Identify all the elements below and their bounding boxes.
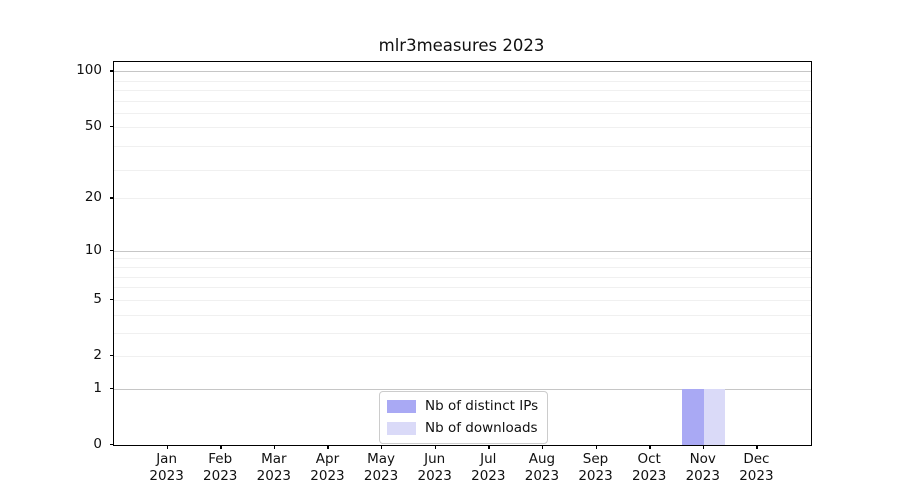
- y-axis-tick: [109, 354, 114, 357]
- y-tick-label: 0: [93, 435, 102, 452]
- gridline-minor: [114, 314, 811, 316]
- x-axis-tick: [273, 445, 276, 449]
- x-axis-tick: [649, 445, 651, 449]
- gridline-minor: [114, 169, 811, 171]
- y-tick-label: 20: [84, 189, 102, 206]
- legend-entry-distinct-ips: Nb of distinct IPs: [387, 397, 538, 416]
- gridline-minor: [114, 299, 811, 301]
- x-axis-tick: [434, 445, 437, 449]
- x-axis-tick: [488, 445, 490, 449]
- y-axis-tick: [109, 387, 114, 390]
- y-axis-tick: [109, 197, 114, 199]
- legend-label-distinct-ips: Nb of distinct IPs: [425, 398, 539, 414]
- y-tick-label: 2: [93, 346, 102, 363]
- legend: Nb of distinct IPs Nb of downloads: [379, 391, 549, 444]
- x-axis-tick: [220, 445, 222, 449]
- y-tick-label: 1: [93, 379, 102, 396]
- legend-swatch-downloads-icon: [387, 422, 416, 435]
- gridline-minor: [114, 113, 811, 115]
- bar-distinct-ips-nov: [682, 388, 704, 445]
- y-tick-label: 10: [84, 241, 102, 258]
- y-tick-label: 100: [76, 62, 102, 79]
- legend-entry-downloads: Nb of downloads: [387, 419, 538, 438]
- x-axis-tick: [702, 445, 705, 449]
- gridline-minor: [114, 198, 811, 200]
- gridline-minor: [114, 146, 811, 148]
- gridline-minor: [114, 258, 811, 260]
- x-axis-tick: [756, 445, 758, 449]
- gridline-minor: [114, 276, 811, 278]
- x-axis-tick: [381, 445, 383, 449]
- gridline-minor: [114, 332, 811, 334]
- chart-title: mlr3measures 2023: [378, 36, 545, 55]
- gridline-minor: [114, 80, 811, 82]
- x-axis-tick: [595, 445, 597, 449]
- y-axis-tick: [109, 70, 114, 72]
- y-axis-tick: [109, 249, 114, 252]
- gridline-minor: [114, 90, 811, 92]
- x-axis-tick: [166, 445, 168, 449]
- legend-label-downloads: Nb of downloads: [425, 420, 538, 436]
- x-axis-tick: [541, 445, 544, 449]
- y-axis-tick: [109, 125, 114, 127]
- gridline-minor: [114, 287, 811, 289]
- figure: mlr3measures 2023 Nb of distinct IPs Nb …: [0, 0, 900, 500]
- y-axis-tick: [109, 443, 114, 446]
- gridline-minor: [114, 100, 811, 102]
- x-tick-year-label: 2023: [739, 468, 774, 484]
- y-axis-tick: [109, 298, 114, 301]
- plot-area: [113, 61, 812, 446]
- gridline-minor: [114, 126, 811, 128]
- x-tick-label: Dec: [743, 451, 770, 467]
- legend-swatch-distinct-ips-icon: [387, 400, 416, 413]
- gridline-minor: [114, 266, 811, 268]
- y-tick-label: 50: [84, 117, 102, 134]
- gridline-minor: [114, 355, 811, 357]
- x-axis-tick: [327, 445, 329, 449]
- gridline-major: [114, 71, 811, 73]
- gridline-major: [114, 250, 811, 252]
- y-tick-label: 5: [93, 290, 102, 307]
- bar-downloads-nov: [703, 388, 726, 445]
